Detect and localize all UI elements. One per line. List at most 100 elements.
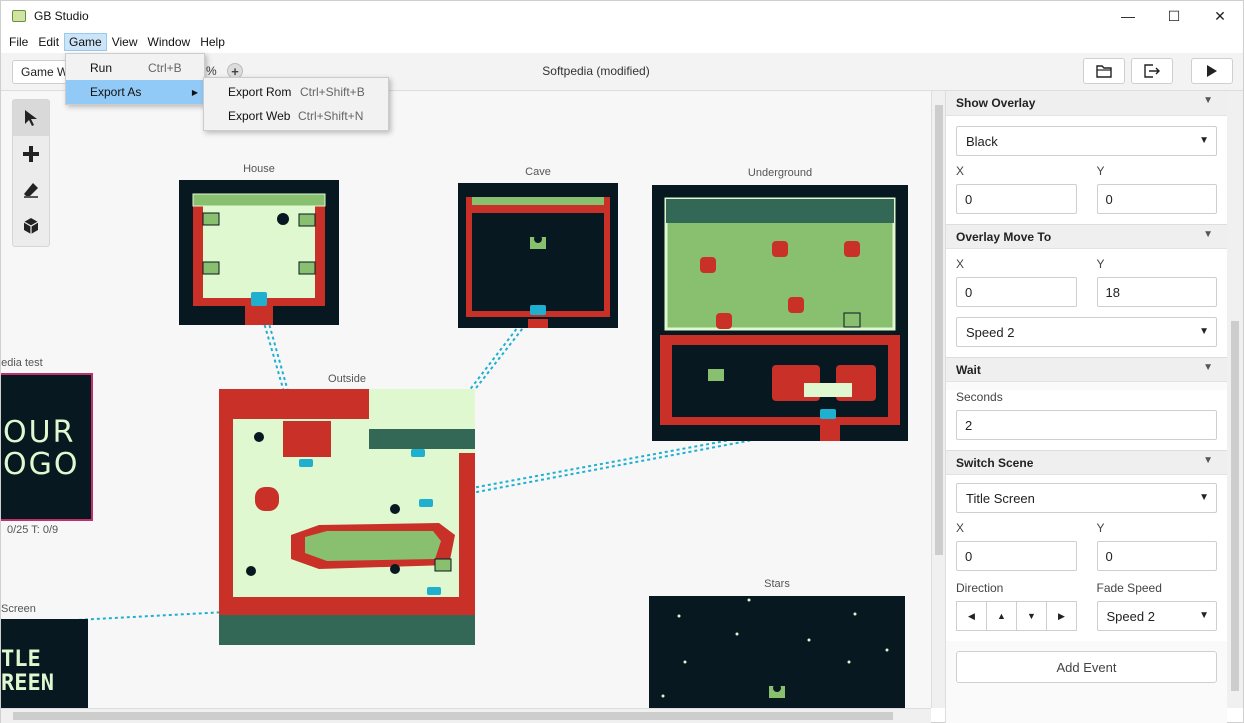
open-folder-button[interactable] [1083,58,1125,84]
overlay-color-value: Black [966,134,998,149]
minimize-button[interactable]: — [1105,1,1151,31]
collapse-caret-icon[interactable]: ▼ [1203,95,1213,106]
scene-softpedia-test[interactable]: OUR OGO [1,373,93,521]
wait-seconds-input[interactable]: 2 [956,410,1217,440]
scene-title-screen[interactable]: TLE REEN [1,619,88,708]
scene-label-underground: Underground [747,167,813,179]
switch-y-input[interactable]: 0 [1096,541,1217,571]
event-show-overlay-header[interactable]: Show Overlay ▼ [946,91,1227,116]
target-scene-value: Title Screen [966,491,1035,506]
add-event-button[interactable]: Add Event [956,651,1217,683]
x-label: X [956,164,965,178]
arrow-up-icon: ▲ [997,611,1006,621]
event-title: Switch Scene [956,456,1034,470]
move-speed-select[interactable]: Speed 2 ▼ [956,317,1217,347]
direction-buttons: ◀ ▲ ▼ ▶ [956,601,1077,631]
event-switch-scene-header[interactable]: Switch Scene ▼ [946,450,1227,475]
run-label: Run [90,61,113,75]
export-button[interactable] [1131,58,1173,84]
move-x-input[interactable]: 0 [956,277,1077,307]
scene-label-outside: Outside [328,373,366,385]
event-sidebar: Show Overlay ▼ Black ▼ X 0 Y 0 Overlay M… [945,91,1227,723]
logo-text-line-1: OUR [3,415,76,450]
window-controls: — ☐ ✕ [1105,1,1243,31]
dropdown-arrow-icon: ▼ [1199,135,1209,146]
menu-item-run[interactable]: Run Ctrl+B [66,56,204,80]
scene-stars[interactable] [649,596,905,708]
switch-x-input[interactable]: 0 [956,541,1077,571]
scene-stats: 0/25 T: 0/9 [7,524,59,536]
menu-window[interactable]: Window [143,33,196,51]
direction-up-button[interactable]: ▲ [986,601,1017,631]
overlay-x-input[interactable]: 0 [956,184,1077,214]
menu-item-export-rom[interactable]: Export Rom Ctrl+Shift+B [204,80,388,104]
sidebar-scroll-thumb[interactable] [1231,321,1239,691]
direction-down-button[interactable]: ▼ [1016,601,1047,631]
sidebar-scrollbar[interactable] [1227,91,1243,708]
scene-label-stars: Stars [764,578,790,590]
game-menu-dropdown: Run Ctrl+B Export As ▶ [65,53,205,105]
arrow-left-icon: ◀ [968,610,975,621]
dropdown-arrow-icon: ▼ [1199,326,1209,337]
submenu-arrow-icon: ▶ [191,87,198,97]
fade-speed-label: Fade Speed [1096,581,1162,595]
y-label: Y [1096,257,1105,271]
close-button[interactable]: ✕ [1197,1,1243,31]
overlay-y-input[interactable]: 0 [1096,184,1217,214]
scene-house[interactable] [179,180,339,325]
title-bar: GB Studio — ☐ ✕ [1,1,1243,31]
scene-label-cave: Cave [525,166,551,178]
scene-label-softpedia-test: pedia test [1,357,43,369]
event-show-overlay-body: Black ▼ X 0 Y 0 [946,116,1227,224]
target-scene-select[interactable]: Title Screen ▼ [956,483,1217,513]
canvas-vertical-scrollbar[interactable] [931,91,945,708]
move-y-input[interactable]: 18 [1096,277,1217,307]
collapse-caret-icon[interactable]: ▼ [1203,229,1213,240]
scene-outside[interactable] [219,389,475,645]
dropdown-arrow-icon: ▼ [1199,492,1209,503]
scene-underground[interactable] [652,185,908,441]
export-icon [1144,64,1160,78]
menu-help[interactable]: Help [195,33,230,51]
export-web-shortcut: Ctrl+Shift+N [298,109,364,123]
fade-speed-select[interactable]: Speed 2 ▼ [1096,601,1217,631]
export-rom-shortcut: Ctrl+Shift+B [300,85,365,99]
export-rom-label: Export Rom [228,85,292,99]
seconds-label: Seconds [956,390,1003,404]
menu-view[interactable]: View [107,33,143,51]
direction-right-button[interactable]: ▶ [1046,601,1077,631]
menu-game[interactable]: Game [64,33,107,51]
canvas-horizontal-scrollbar[interactable] [1,708,931,723]
menu-file[interactable]: File [4,33,33,51]
direction-label: Direction [956,581,1004,595]
direction-left-button[interactable]: ◀ [956,601,987,631]
collapse-caret-icon[interactable]: ▼ [1203,362,1213,373]
menu-bar: File Edit Game View Window Help [1,31,1243,53]
menu-item-export-as[interactable]: Export As ▶ [66,80,204,104]
scene-label-house: House [243,163,275,175]
menu-edit[interactable]: Edit [33,33,64,51]
scene-cave[interactable] [458,183,618,328]
x-label: X [956,257,965,271]
fade-speed-value: Speed 2 [1106,609,1155,624]
h-scroll-thumb[interactable] [13,712,893,720]
world-canvas[interactable]: House Cave Underground Outside edia test… [1,91,931,708]
export-web-label: Export Web [228,109,291,123]
title-text-line-2: REEN [1,671,54,696]
event-title: Wait [956,363,981,377]
event-wait-header[interactable]: Wait ▼ [946,357,1227,382]
event-overlay-move-header[interactable]: Overlay Move To ▼ [946,224,1227,249]
dropdown-arrow-icon: ▼ [1199,610,1209,621]
menu-item-export-web[interactable]: Export Web Ctrl+Shift+N [204,104,388,128]
arrow-right-icon: ▶ [1058,610,1065,621]
maximize-button[interactable]: ☐ [1151,1,1197,31]
window-title: GB Studio [34,9,89,23]
x-label: X [956,521,965,535]
play-button[interactable] [1191,58,1233,84]
event-switch-scene-body: Title Screen ▼ X 0 Y 0 Direction ◀ ▲ ▼ ▶… [946,475,1227,641]
v-scroll-thumb[interactable] [935,105,943,555]
collapse-caret-icon[interactable]: ▼ [1203,455,1213,466]
overlay-color-select[interactable]: Black ▼ [956,126,1217,156]
event-title: Show Overlay [956,96,1036,110]
move-speed-value: Speed 2 [966,325,1015,340]
